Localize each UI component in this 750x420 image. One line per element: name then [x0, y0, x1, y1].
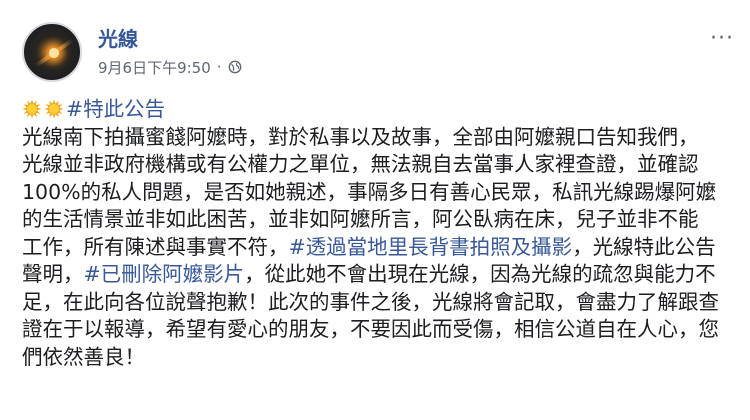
timestamp-row: 9月6日下午9:50 · [98, 57, 242, 78]
hashtag-link[interactable]: #已刪除阿嬤影片 [84, 262, 245, 286]
meta-separator: · [216, 58, 222, 76]
post-text-line: 光線南下拍攝蜜餞阿嬤時，對於私事以及故事，全部由阿嬤親口告知我們， [22, 124, 734, 152]
post-meta: 光線 9月6日下午9:50 · [98, 27, 242, 78]
post-text: 的生活情景並非如此困苦，並非如阿嬤所言，阿公臥病在床，兒子並非不能 [22, 207, 699, 231]
post-text-line: 的生活情景並非如此困苦，並非如阿嬤所言，阿公臥病在床，兒子並非不能 [22, 206, 734, 234]
page-name-link[interactable]: 光線 [98, 27, 242, 51]
more-options-icon[interactable]: ··· [710, 26, 734, 51]
post-text: 們依然善良！ [22, 344, 145, 369]
globe-icon[interactable] [228, 60, 242, 74]
post-text: 100%的私人問題，是否如她親述，事隔多日有善心民眾，私訊光線踢爆阿嬤 [22, 179, 717, 204]
post-text: ，光線特此公告 [572, 234, 716, 259]
page-avatar[interactable] [22, 22, 82, 82]
post-text: 聲明， [22, 262, 84, 286]
post-header: 光線 9月6日下午9:50 · [22, 22, 242, 82]
post-text-line: 工作，所有陳述與事實不符，#透過當地里長背書拍照及攝影，光線特此公告 [22, 234, 734, 262]
post-text-line: 們依然善良！ [22, 344, 734, 372]
post-text: ，從此她不會出現在光線，因為光線的疏忽與能力不 [244, 262, 716, 286]
post-text: 光線南下拍攝蜜餞阿嬤時，對於私事以及故事，全部由阿嬤親口告知我們， [22, 124, 699, 149]
sun-emoji-icon [22, 99, 42, 119]
post-body: #特此公告光線南下拍攝蜜餞阿嬤時，對於私事以及故事，全部由阿嬤親口告知我們， 光線… [22, 96, 734, 371]
post-text-line: 足，在此向各位說聲抱歉！此次的事件之後，光線將會記取，會盡力了解跟查 [22, 289, 734, 317]
sun-emoji-icon [44, 99, 64, 119]
post-text-line: 光線並非政府機構或有公權力之單位，無法親自去當事人家裡查證，並確認 [22, 151, 734, 179]
facebook-post: 光線 9月6日下午9:50 · ··· #特此公告光線南下拍攝蜜餞阿嬤時，對於私… [0, 0, 750, 420]
post-text: 光線並非政府機構或有公權力之單位，無法親自去當事人家裡查證，並確認 [22, 152, 699, 176]
post-text-line: 100%的私人問題，是否如她親述，事隔多日有善心民眾，私訊光線踢爆阿嬤 [22, 179, 734, 207]
post-text: 證在于以報導，希望有愛心的朋友，不要因此而受傷，相信公道自在人心，您 [22, 317, 719, 341]
hashtag-link[interactable]: #透過當地里長背書拍照及攝影 [289, 235, 573, 259]
post-timestamp[interactable]: 9月6日下午9:50 [98, 57, 211, 78]
post-text-line: 證在于以報導，希望有愛心的朋友，不要因此而受傷，相信公道自在人心，您 [22, 316, 734, 344]
post-text: 工作，所有陳述與事實不符， [22, 234, 289, 259]
hashtag-link[interactable]: #特此公告 [66, 97, 165, 121]
post-text-line: #特此公告 [22, 96, 734, 124]
post-text: 足，在此向各位說聲抱歉！此次的事件之後，光線將會記取，會盡力了解跟查 [22, 289, 719, 314]
post-text-line: 聲明，#已刪除阿嬤影片，從此她不會出現在光線，因為光線的疏忽與能力不 [22, 261, 734, 289]
avatar-sun-core [49, 48, 59, 58]
